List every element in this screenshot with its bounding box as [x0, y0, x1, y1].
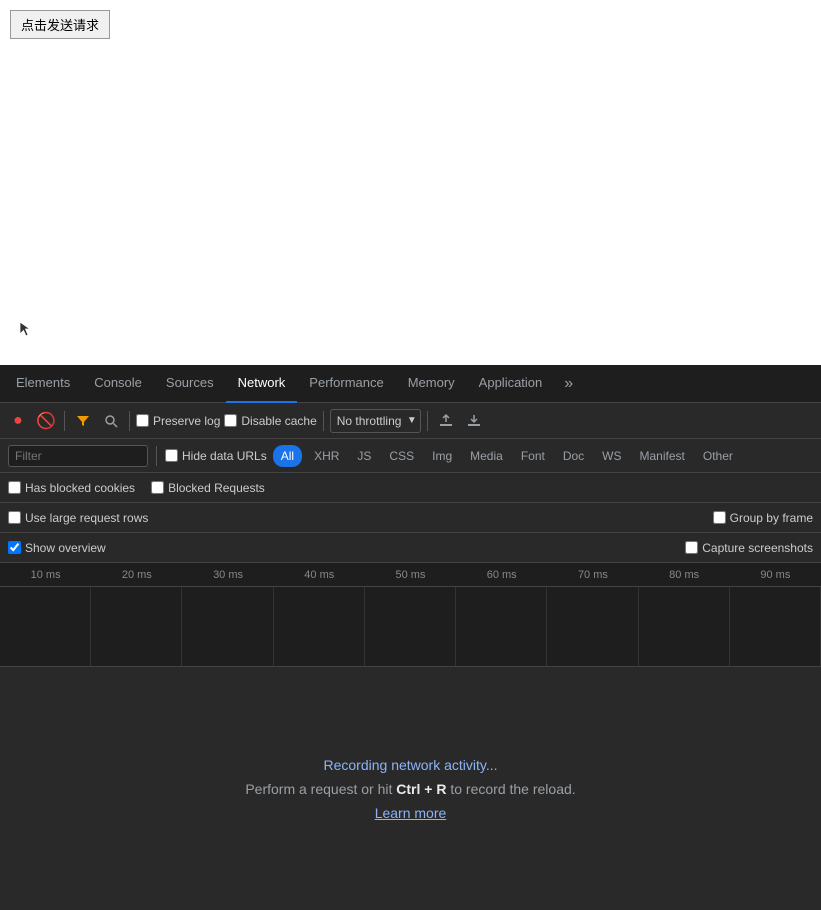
- clear-button[interactable]: 🚫: [34, 409, 58, 433]
- tab-network[interactable]: Network: [226, 365, 298, 403]
- timeline-70ms: 70 ms: [547, 569, 638, 581]
- filter-manifest-button[interactable]: Manifest: [634, 445, 691, 467]
- timeline-20ms: 20 ms: [91, 569, 182, 581]
- tab-console[interactable]: Console: [82, 365, 154, 403]
- more-tabs-button[interactable]: »: [558, 375, 579, 393]
- export-har-button[interactable]: [462, 409, 486, 433]
- disable-cache-label[interactable]: Disable cache: [224, 414, 316, 428]
- instruction-text: Perform a request or hit Ctrl + R to rec…: [245, 781, 575, 797]
- timeline-grid: [0, 587, 821, 667]
- tab-sources[interactable]: Sources: [154, 365, 226, 403]
- capture-screenshots-item[interactable]: Capture screenshots: [685, 541, 813, 555]
- separator-3: [323, 411, 324, 431]
- timeline-col-9: [730, 587, 821, 666]
- timeline-50ms: 50 ms: [365, 569, 456, 581]
- tab-elements[interactable]: Elements: [4, 365, 82, 403]
- options-row-2: Show overview Capture screenshots: [0, 533, 821, 563]
- timeline-col-8: [639, 587, 730, 666]
- filter-xhr-button[interactable]: XHR: [308, 445, 345, 467]
- timeline-10ms: 10 ms: [0, 569, 91, 581]
- blocked-requests-item[interactable]: Blocked Requests: [151, 481, 265, 495]
- show-overview-item[interactable]: Show overview: [8, 541, 106, 555]
- timeline-90ms: 90 ms: [730, 569, 821, 581]
- tab-performance[interactable]: Performance: [297, 365, 395, 403]
- disable-cache-checkbox[interactable]: [224, 414, 237, 427]
- filter-icon[interactable]: [71, 409, 95, 433]
- tab-memory[interactable]: Memory: [396, 365, 467, 403]
- filter-ws-button[interactable]: WS: [596, 445, 627, 467]
- throttle-wrapper: No throttling ▼: [330, 409, 421, 433]
- empty-state: Recording network activity... Perform a …: [0, 667, 821, 910]
- filter-separator: [156, 446, 157, 466]
- record-button[interactable]: ●: [6, 409, 30, 433]
- filter-other-button[interactable]: Other: [697, 445, 739, 467]
- has-blocked-cookies-item[interactable]: Has blocked cookies: [8, 481, 135, 495]
- separator-1: [64, 411, 65, 431]
- timeline-col-6: [456, 587, 547, 666]
- timeline-col-1: [0, 587, 91, 666]
- group-by-frame-item[interactable]: Group by frame: [713, 511, 813, 525]
- devtools-panel: Elements Console Sources Network Perform…: [0, 365, 821, 910]
- import-har-button[interactable]: [434, 409, 458, 433]
- timeline-col-7: [547, 587, 638, 666]
- filter-doc-button[interactable]: Doc: [557, 445, 590, 467]
- tab-application[interactable]: Application: [467, 365, 555, 403]
- options-row: Use large request rows Group by frame: [0, 503, 821, 533]
- hide-data-urls-label[interactable]: Hide data URLs: [165, 449, 267, 463]
- capture-screenshots-checkbox[interactable]: [685, 541, 698, 554]
- timeline-40ms: 40 ms: [274, 569, 365, 581]
- timeline-col-5: [365, 587, 456, 666]
- filter-row: Hide data URLs All XHR JS CSS Img Media …: [0, 439, 821, 473]
- timeline-col-2: [91, 587, 182, 666]
- blocked-requests-checkbox[interactable]: [151, 481, 164, 494]
- network-toolbar: ● 🚫 Preserve log Disable cache: [0, 403, 821, 439]
- filter-css-button[interactable]: CSS: [383, 445, 420, 467]
- filter-all-button[interactable]: All: [273, 445, 302, 467]
- use-large-rows-item[interactable]: Use large request rows: [8, 511, 148, 525]
- filter-media-button[interactable]: Media: [464, 445, 509, 467]
- preserve-log-label[interactable]: Preserve log: [136, 414, 220, 428]
- show-overview-checkbox[interactable]: [8, 541, 21, 554]
- learn-more-link[interactable]: Learn more: [375, 805, 447, 821]
- tab-bar: Elements Console Sources Network Perform…: [0, 365, 821, 403]
- filter-img-button[interactable]: Img: [426, 445, 458, 467]
- separator-2: [129, 411, 130, 431]
- timeline-header: 10 ms 20 ms 30 ms 40 ms 50 ms 60 ms 70 m…: [0, 563, 821, 587]
- throttle-select[interactable]: No throttling: [330, 409, 421, 433]
- filter-font-button[interactable]: Font: [515, 445, 551, 467]
- timeline-60ms: 60 ms: [456, 569, 547, 581]
- filter-js-button[interactable]: JS: [351, 445, 377, 467]
- separator-4: [427, 411, 428, 431]
- timeline-80ms: 80 ms: [639, 569, 730, 581]
- timeline-col-4: [274, 587, 365, 666]
- use-large-rows-checkbox[interactable]: [8, 511, 21, 524]
- page-area: 点击发送请求: [0, 0, 821, 365]
- search-icon[interactable]: [99, 409, 123, 433]
- timeline-30ms: 30 ms: [182, 569, 273, 581]
- has-blocked-cookies-checkbox[interactable]: [8, 481, 21, 494]
- filter-input[interactable]: [8, 445, 148, 467]
- blocked-row: Has blocked cookies Blocked Requests: [0, 473, 821, 503]
- recording-text: Recording network activity...: [323, 757, 497, 773]
- send-request-button[interactable]: 点击发送请求: [10, 10, 110, 39]
- hide-data-urls-checkbox[interactable]: [165, 449, 178, 462]
- group-by-frame-checkbox[interactable]: [713, 511, 726, 524]
- timeline-col-3: [182, 587, 273, 666]
- preserve-log-checkbox[interactable]: [136, 414, 149, 427]
